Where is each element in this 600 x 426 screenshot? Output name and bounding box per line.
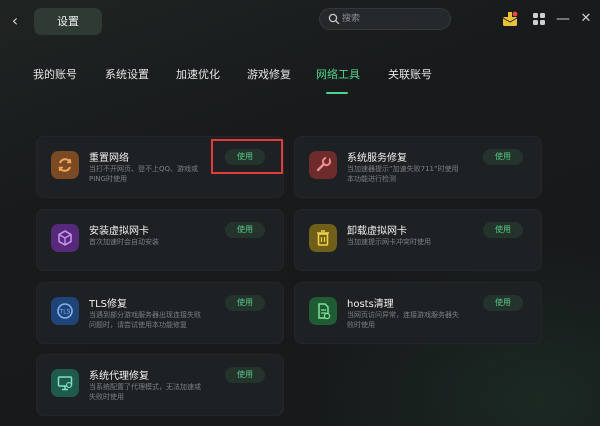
tool-name: 安装虚拟网卡 — [89, 226, 149, 237]
tool-card-system-proxy-repair: 系统代理修复 当系统配置了代理模式，无法加速或失败时使用 使用 — [36, 354, 284, 416]
tool-card-system-service-repair: 系统服务修复 当加速器提示“加速失败711”时使用本功能进行检测 使用 — [294, 136, 542, 198]
tool-card-install-virtual-nic: 安装虚拟网卡 首次加速时会自动安装 使用 — [36, 209, 284, 271]
tab-linked-accounts[interactable]: 关联账号 — [388, 66, 432, 92]
tab-game-repair[interactable]: 游戏修复 — [247, 66, 291, 92]
use-button-system-proxy-repair[interactable]: 使用 — [225, 367, 265, 383]
trash-icon — [309, 224, 337, 252]
tool-description: 当加速提示网卡冲突时使用 — [347, 238, 431, 246]
tool-description: 当打不开网页、登不上QQ、游戏或PING时使用 — [89, 165, 199, 183]
mail-icon[interactable] — [501, 10, 519, 28]
tool-name: TLS修复 — [89, 299, 128, 310]
cube-icon — [51, 224, 79, 252]
use-button-hosts-cleanup[interactable]: 使用 — [483, 295, 523, 311]
use-button-uninstall-virtual-nic[interactable]: 使用 — [483, 222, 523, 238]
use-button-install-virtual-nic[interactable]: 使用 — [225, 222, 265, 238]
tool-card-reset-network: 重置网络 当打不开网页、登不上QQ、游戏或PING时使用 使用 — [36, 136, 284, 198]
search-icon — [328, 13, 340, 25]
use-button-reset-network[interactable]: 使用 — [225, 149, 265, 165]
svg-text:TLS: TLS — [59, 309, 71, 316]
page-title: 设置 — [34, 8, 102, 35]
use-button-system-service-repair[interactable]: 使用 — [483, 149, 523, 165]
settings-window: ‹ 设置 — ✕ 我的账号 系统设置 加速优化 游戏修复 网络工具 关联账号 — [0, 0, 600, 426]
tab-system-settings[interactable]: 系统设置 — [105, 66, 149, 92]
tool-name: hosts清理 — [347, 299, 394, 310]
tool-card-tls-repair: TLS TLS修复 当遇到部分游戏服务器出现连接失败问题时，请尝试使用本功能修复… — [36, 282, 284, 344]
back-button[interactable]: ‹ — [6, 10, 24, 32]
tls-icon: TLS — [51, 297, 79, 325]
wrench-icon — [309, 151, 337, 179]
use-button-tls-repair[interactable]: 使用 — [225, 295, 265, 311]
tab-network-tools[interactable]: 网络工具 — [316, 66, 360, 92]
tool-description: 当遇到部分游戏服务器出现连接失败问题时，请尝试使用本功能修复 — [89, 311, 201, 329]
tool-card-uninstall-virtual-nic: 卸载虚拟网卡 当加速提示网卡冲突时使用 使用 — [294, 209, 542, 271]
tool-card-hosts-cleanup: hosts清理 当网页访问异常，连接游戏服务器失败时使用 使用 — [294, 282, 542, 344]
tool-name: 系统服务修复 — [347, 153, 407, 164]
close-button[interactable]: ✕ — [577, 10, 595, 28]
refresh-icon — [51, 151, 79, 179]
tool-description: 当加速器提示“加速失败711”时使用本功能进行检测 — [347, 165, 459, 183]
minimize-button[interactable]: — — [554, 10, 572, 28]
tool-name: 系统代理修复 — [89, 371, 149, 382]
settings-tabs: 我的账号 系统设置 加速优化 游戏修复 网络工具 关联账号 — [0, 66, 600, 96]
tool-name: 卸载虚拟网卡 — [347, 226, 407, 237]
tab-acceleration[interactable]: 加速优化 — [176, 66, 220, 92]
tool-description: 首次加速时会自动安装 — [89, 238, 159, 246]
grid-menu-icon[interactable] — [530, 10, 548, 28]
tool-description: 当网页访问异常，连接游戏服务器失败时使用 — [347, 311, 459, 329]
tab-my-account[interactable]: 我的账号 — [33, 66, 77, 92]
monitor-icon — [51, 369, 79, 397]
search-box[interactable] — [319, 8, 451, 30]
file-icon — [309, 297, 337, 325]
tool-description: 当系统配置了代理模式，无法加速或失败时使用 — [89, 383, 201, 401]
active-tab-indicator — [326, 92, 348, 94]
search-input[interactable] — [342, 11, 446, 27]
tool-name: 重置网络 — [89, 153, 129, 164]
